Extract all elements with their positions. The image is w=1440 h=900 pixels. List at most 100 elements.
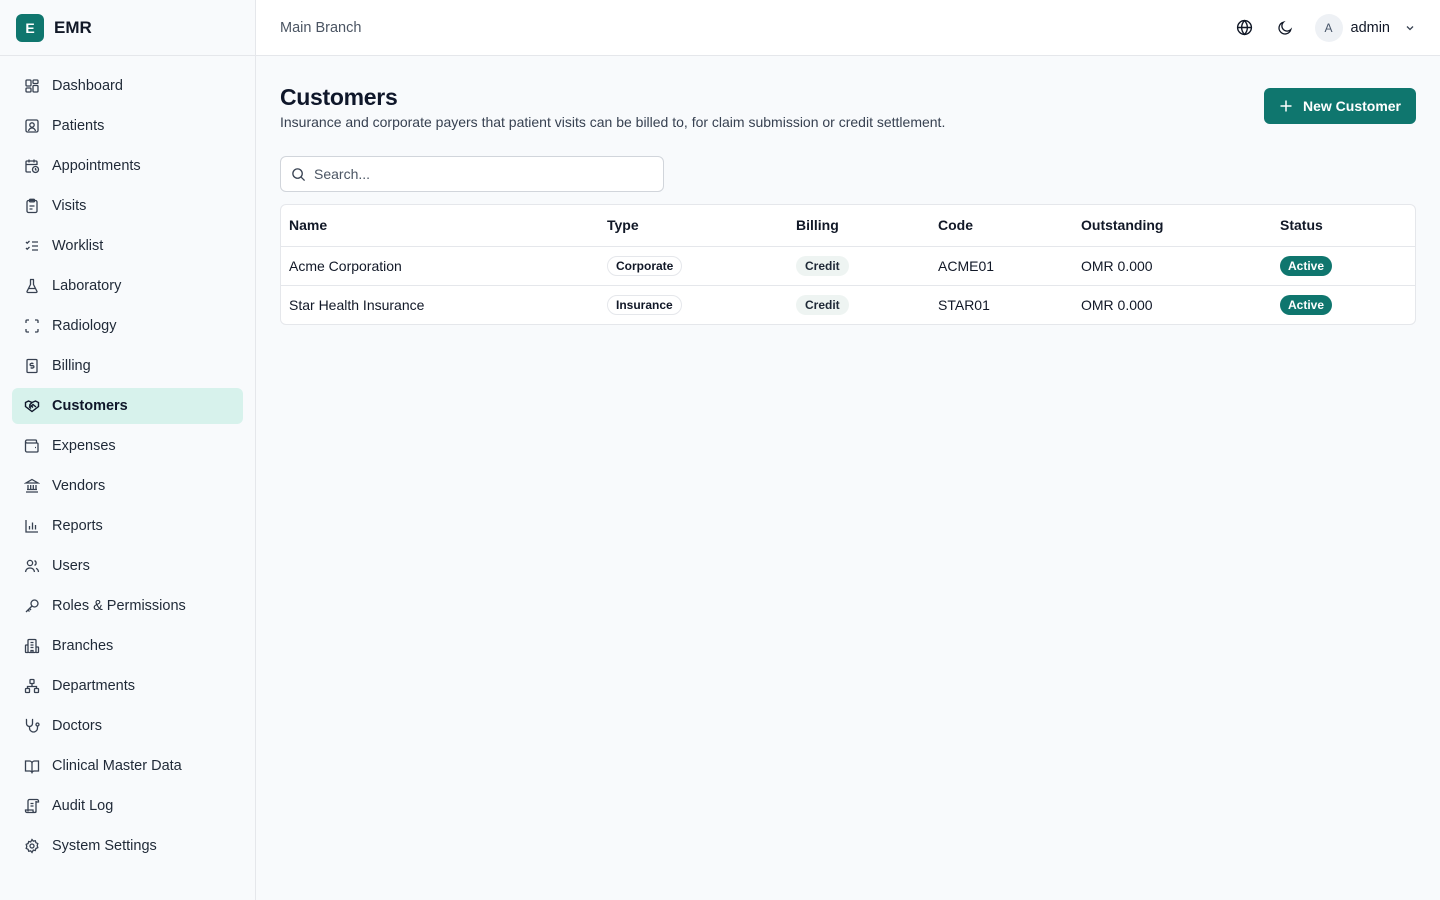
sidebar-item-label: Dashboard [52,78,123,94]
sidebar-item-label: Laboratory [52,278,122,294]
sidebar-item-dashboard[interactable]: Dashboard [12,68,243,104]
table-header-row: Name Type Billing Code Outstanding Statu… [281,205,1415,247]
new-customer-button[interactable]: New Customer [1264,88,1416,124]
billing-cell: Credit [788,284,930,324]
sidebar-item-label: System Settings [52,838,157,854]
column-header-code[interactable]: Code [930,205,1073,247]
outstanding-amount: OMR 0.000 [1081,257,1153,274]
page-header: Customers Insurance and corporate payers… [280,56,1416,156]
type-cell: Corporate [599,246,788,285]
sidebar-item-label: Visits [52,198,87,214]
globe-icon [1236,19,1253,36]
sidebar-item-audit-log[interactable]: Audit Log [12,788,243,824]
topbar-actions: A admin [1235,13,1417,42]
sidebar-nav: Dashboard Patients Appointments Visits W… [0,56,255,864]
sidebar-item-vendors[interactable]: Vendors [12,468,243,504]
flask-icon [26,278,38,294]
customer-name: Star Health Insurance [281,284,599,324]
bar-chart-icon [25,520,38,533]
sidebar-item-visits[interactable]: Visits [12,188,243,224]
sidebar-item-customers[interactable]: Customers [12,388,243,424]
avatar: A [1314,13,1343,42]
theme-toggle-button[interactable] [1275,18,1295,38]
sidebar-item-label: Reports [52,518,103,534]
language-button[interactable] [1235,18,1255,38]
type-badge: Insurance [607,294,682,315]
sidebar-item-label: Customers [52,398,128,414]
sidebar-item-branches[interactable]: Branches [12,628,243,664]
list-checks-icon [25,240,38,251]
brand-name: EMR [54,17,92,37]
sidebar-item-label: Roles & Permissions [52,598,186,614]
column-header-billing[interactable]: Billing [788,205,930,247]
users-icon [24,559,40,573]
dashboard-icon [25,79,39,93]
sidebar-item-radiology[interactable]: Radiology [12,308,243,344]
search-box[interactable] [280,156,664,192]
branch-name[interactable]: Main Branch [280,20,361,36]
sidebar-item-users[interactable]: Users [12,548,243,584]
sidebar-item-clinical-master-data[interactable]: Clinical Master Data [12,748,243,784]
customer-code: ACME01 [938,257,995,274]
user-name: admin [1350,19,1391,36]
search-input[interactable] [314,166,634,182]
billing-badge: Credit [796,294,849,315]
column-header-status[interactable]: Status [1272,205,1415,247]
sidebar-item-label: Branches [52,638,114,654]
sidebar-item-worklist[interactable]: Worklist [12,228,243,264]
clipboard-icon [26,198,38,214]
sidebar-item-departments[interactable]: Departments [12,668,243,704]
key-icon [25,599,39,613]
sidebar-item-patients[interactable]: Patients [12,108,243,144]
search-icon [292,167,306,181]
brand-logo: E [16,13,44,42]
page-subtitle: Insurance and corporate payers that pati… [280,114,946,130]
new-customer-label: New Customer [1302,98,1402,114]
customer-name: Acme Corporation [289,257,402,274]
status-badge: Active [1280,255,1333,276]
sidebar-item-label: Billing [52,358,91,374]
billing-badge: Credit [796,255,849,276]
sidebar-item-label: Expenses [52,438,116,454]
sidebar-item-label: Clinical Master Data [52,758,182,774]
topbar: Main Branch A admin [256,0,1440,56]
status-cell: Active [1272,246,1415,285]
table-row[interactable]: Star Health Insurance Insurance Credit S… [281,284,1415,324]
sidebar-item-label: Audit Log [52,798,114,814]
status-cell: Active [1272,284,1415,324]
scroll-icon [24,798,40,814]
column-header-name[interactable]: Name [281,205,599,247]
sidebar: E EMR Dashboard Patients Appointments Vi… [0,0,256,900]
sidebar-item-laboratory[interactable]: Laboratory [12,268,243,304]
type-badge: Corporate [607,255,683,276]
user-menu[interactable]: A admin [1314,13,1417,42]
table-row[interactable]: Acme Corporation Corporate Credit ACME01… [281,246,1415,285]
landmark-icon [24,478,40,493]
sidebar-item-system-settings[interactable]: System Settings [12,828,243,864]
sidebar-item-label: Departments [52,678,136,694]
sidebar-item-reports[interactable]: Reports [12,508,243,544]
sidebar-item-billing[interactable]: Billing [12,348,243,384]
sidebar-item-label: Worklist [52,238,104,254]
moon-icon [1277,20,1292,35]
building-icon [24,638,40,654]
sidebar-item-roles-permissions[interactable]: Roles & Permissions [12,588,243,624]
sidebar-item-label: Users [52,558,90,574]
billing-cell: Credit [788,246,930,285]
receipt-icon [26,358,38,374]
column-header-outstanding[interactable]: Outstanding [1073,205,1272,247]
brand[interactable]: E EMR [0,0,255,56]
chevron-down-icon [1406,25,1414,30]
sidebar-item-label: Vendors [52,478,106,494]
gear-icon [25,838,39,854]
handshake-icon [24,400,40,413]
stethoscope-icon [25,718,40,733]
customers-table: Name Type Billing Code Outstanding Statu… [280,204,1416,325]
sidebar-item-label: Appointments [52,158,141,174]
page-title: Customers [280,84,398,110]
plus-icon [1280,100,1292,112]
sidebar-item-expenses[interactable]: Expenses [12,428,243,464]
sidebar-item-appointments[interactable]: Appointments [12,148,243,184]
sidebar-item-doctors[interactable]: Doctors [12,708,243,744]
column-header-type[interactable]: Type [599,205,788,247]
